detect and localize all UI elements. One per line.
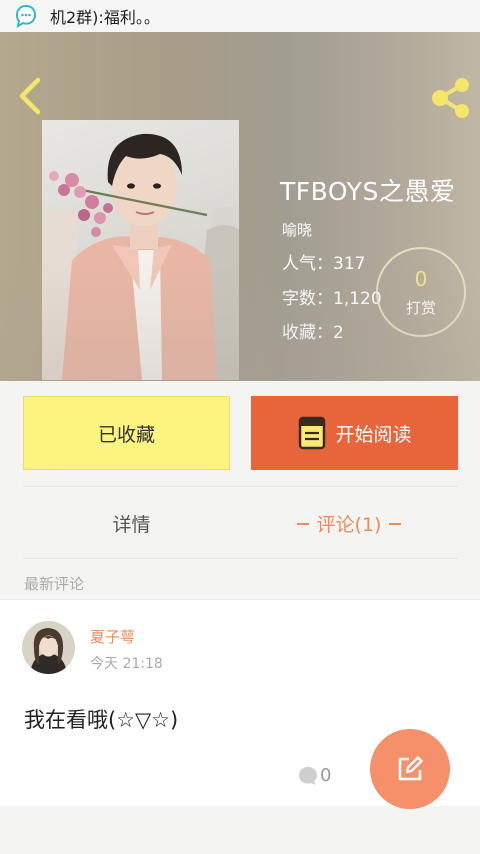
share-button[interactable] [426,76,474,120]
start-reading-label: 开始阅读 [335,423,412,446]
comment-username[interactable]: 夏子萼 [90,626,135,647]
author-name[interactable]: 喻晓 [282,219,312,240]
avatar[interactable] [22,621,75,674]
status-bar: 机2群):福利。。 [0,0,480,32]
comment-timestamp: 今天 21:18 [90,656,163,672]
tip-count: 0 [414,266,428,291]
tab-active-indicator-right [389,522,402,525]
reply-count: 0 [320,765,332,786]
tab-details[interactable]: 详情 [23,487,240,560]
book-icon [299,416,326,450]
back-button[interactable] [12,74,48,118]
comment-bubble-icon [299,766,317,785]
action-bar: 已收藏 开始阅读 [0,381,480,481]
popularity-stat: 人气：317 [282,254,366,274]
chevron-left-icon [19,77,41,115]
notification-text: 机2群):福利。。 [50,8,160,27]
chat-bubble-icon [14,4,38,29]
share-icon [432,78,469,118]
edit-icon [398,756,423,781]
word-count-stat: 字数：1,120 [282,289,382,309]
tab-active-indicator-left [296,522,309,525]
write-comment-button[interactable] [370,729,450,809]
tab-comments-label: 评论(1) [316,514,382,536]
tip-label: 打赏 [405,298,436,317]
favorited-label: 已收藏 [97,423,155,446]
latest-comments-heading: 最新评论 [24,575,85,593]
tip-button[interactable]: 0 打赏 [376,247,466,337]
tab-bar: 详情 评论(1) [23,486,458,559]
tab-details-label: 详情 [112,514,151,536]
start-reading-button[interactable]: 开始阅读 [251,396,458,470]
book-title: TFBOYS之愚爱 [280,177,456,206]
favorited-button[interactable]: 已收藏 [23,396,230,470]
favorites-stat: 收藏：2 [282,323,344,343]
book-cover-image[interactable] [42,120,239,380]
book-header: TFBOYS之愚爱 喻晓 人气：317 字数：1,120 收藏：2 0 打赏 [0,32,480,381]
comment-text: 我在看哦(☆▽☆) [24,708,179,732]
tab-comments[interactable]: 评论(1) [240,487,458,560]
reply-count-button[interactable]: 0 [298,765,331,786]
